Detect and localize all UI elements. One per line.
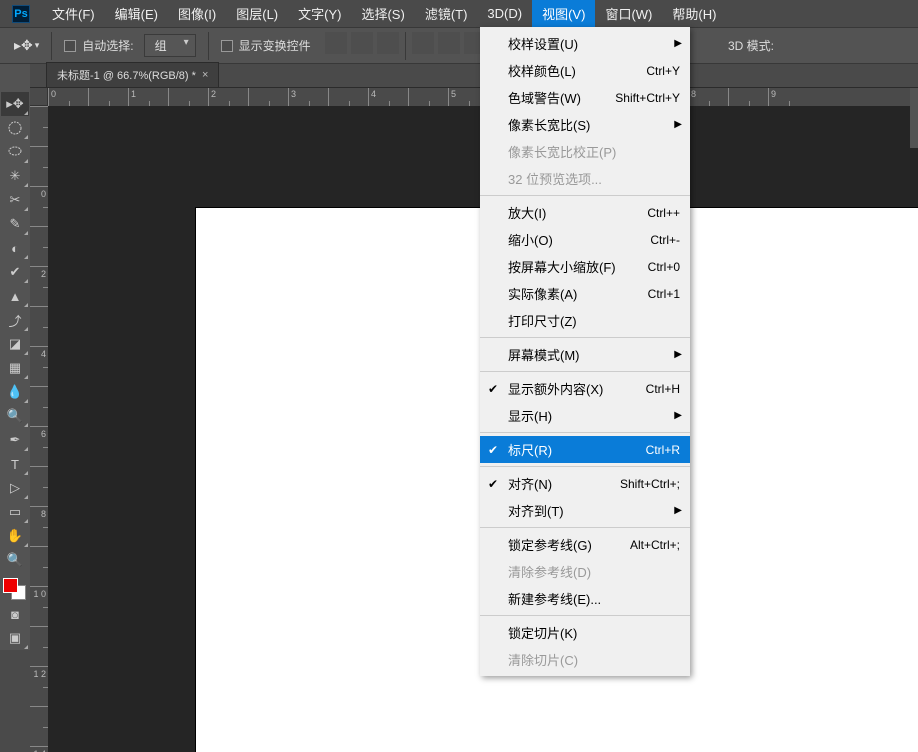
show-transform-checkbox[interactable]: 显示变换控件 bbox=[221, 37, 311, 54]
menu-帮助[interactable]: 帮助(H) bbox=[662, 0, 726, 27]
gradient-tool[interactable]: ▦ bbox=[1, 356, 29, 380]
view-menu-dropdown: 校样设置(U)▶校样颜色(L)Ctrl+Y色域警告(W)Shift+Ctrl+Y… bbox=[480, 27, 690, 676]
menu-item[interactable]: 实际像素(A)Ctrl+1 bbox=[480, 280, 690, 307]
lasso-tool[interactable] bbox=[1, 140, 29, 164]
menu-文件[interactable]: 文件(F) bbox=[42, 0, 105, 27]
move-tool[interactable]: ▸✥ bbox=[1, 92, 29, 116]
menu-item[interactable]: 缩小(O)Ctrl+- bbox=[480, 226, 690, 253]
brush-tool[interactable]: ✔ bbox=[1, 260, 29, 284]
3d-icon[interactable] bbox=[834, 37, 852, 55]
options-bar: ▸✥ ▾ 自动选择: 组 显示变换控件 3D 模式: bbox=[0, 27, 918, 64]
menu-选择[interactable]: 选择(S) bbox=[351, 0, 414, 27]
menu-图像[interactable]: 图像(I) bbox=[168, 0, 226, 27]
vertical-ruler: 024681 01 21 41 61 82 02 22 4 bbox=[30, 106, 48, 752]
screen-mode-tool[interactable]: ▣ bbox=[1, 626, 29, 650]
menu-item: 像素长宽比校正(P) bbox=[480, 138, 690, 165]
menu-图层[interactable]: 图层(L) bbox=[226, 0, 288, 27]
menu-视图[interactable]: 视图(V) bbox=[532, 0, 595, 27]
heal-tool[interactable]: ◐ bbox=[1, 236, 29, 260]
3d-icon[interactable] bbox=[860, 37, 878, 55]
tab-bar: 未标题-1 @ 66.7%(RGB/8) *× bbox=[0, 64, 918, 88]
menubar: Ps 文件(F)编辑(E)图像(I)图层(L)文字(Y)选择(S)滤镜(T)3D… bbox=[0, 0, 918, 27]
separator bbox=[51, 32, 52, 60]
menu-窗口[interactable]: 窗口(W) bbox=[595, 0, 662, 27]
menu-item[interactable]: 放大(I)Ctrl++ bbox=[480, 199, 690, 226]
menu-item[interactable]: 对齐到(T)▶ bbox=[480, 497, 690, 524]
document-tab[interactable]: 未标题-1 @ 66.7%(RGB/8) *× bbox=[46, 62, 219, 87]
menu-item: 清除参考线(D) bbox=[480, 558, 690, 585]
menu-item[interactable]: ✔对齐(N)Shift+Ctrl+; bbox=[480, 470, 690, 497]
menu-文字[interactable]: 文字(Y) bbox=[288, 0, 351, 27]
shape-tool[interactable]: ▭ bbox=[1, 500, 29, 524]
menu-item[interactable]: 色域警告(W)Shift+Ctrl+Y bbox=[480, 84, 690, 111]
menu-编辑[interactable]: 编辑(E) bbox=[105, 0, 168, 27]
menu-item[interactable]: 显示(H)▶ bbox=[480, 402, 690, 429]
type-tool[interactable]: T bbox=[1, 452, 29, 476]
menu-item[interactable]: 打印尺寸(Z) bbox=[480, 307, 690, 334]
history-brush-tool[interactable]: ⤴ bbox=[1, 308, 29, 332]
stamp-tool[interactable]: ▲ bbox=[1, 284, 29, 308]
mode-3d-label: 3D 模式: bbox=[728, 37, 774, 54]
separator bbox=[208, 32, 209, 60]
dodge-tool[interactable]: 🔍 bbox=[1, 404, 29, 428]
menu-item: 32 位预览选项... bbox=[480, 165, 690, 192]
quick-mask-tool[interactable]: ◙ bbox=[1, 602, 29, 626]
align-icon[interactable] bbox=[412, 32, 434, 54]
ruler-corner bbox=[30, 88, 48, 106]
menu-item[interactable]: ✔显示额外内容(X)Ctrl+H bbox=[480, 375, 690, 402]
menu-item[interactable]: 按屏幕大小缩放(F)Ctrl+0 bbox=[480, 253, 690, 280]
wand-tool[interactable]: ✳ bbox=[1, 164, 29, 188]
auto-select-checkbox[interactable]: 自动选择: bbox=[64, 37, 133, 54]
menu-item[interactable]: 校样颜色(L)Ctrl+Y bbox=[480, 57, 690, 84]
menu-滤镜[interactable]: 滤镜(T) bbox=[415, 0, 478, 27]
3d-icon[interactable] bbox=[808, 37, 826, 55]
eyedropper-tool[interactable]: ✎ bbox=[1, 212, 29, 236]
color-swatches[interactable] bbox=[0, 578, 30, 602]
3d-icon[interactable] bbox=[886, 37, 904, 55]
pen-tool[interactable]: ✒ bbox=[1, 428, 29, 452]
path-tool[interactable]: ▷ bbox=[1, 476, 29, 500]
menu-3d[interactable]: 3D(D) bbox=[477, 0, 532, 27]
menu-item[interactable]: 像素长宽比(S)▶ bbox=[480, 111, 690, 138]
marquee-tool[interactable] bbox=[1, 116, 29, 140]
fg-color-swatch[interactable] bbox=[3, 578, 18, 593]
blur-tool[interactable]: 💧 bbox=[1, 380, 29, 404]
menu-item: 清除切片(C) bbox=[480, 646, 690, 673]
menu-item[interactable]: 校样设置(U)▶ bbox=[480, 30, 690, 57]
menu-item[interactable]: 锁定参考线(G)Alt+Ctrl+; bbox=[480, 531, 690, 558]
close-icon[interactable]: × bbox=[202, 69, 208, 81]
align-icon[interactable] bbox=[438, 32, 460, 54]
3d-icon[interactable] bbox=[782, 37, 800, 55]
menu-item[interactable]: 锁定切片(K) bbox=[480, 619, 690, 646]
menu-item[interactable]: 新建参考线(E)... bbox=[480, 585, 690, 612]
hand-tool[interactable]: ✋ bbox=[1, 524, 29, 548]
crop-tool[interactable]: ✂ bbox=[1, 188, 29, 212]
photoshop-logo: Ps bbox=[12, 5, 30, 23]
workspace: 0123456789 024681 01 21 41 61 82 02 22 4 bbox=[30, 88, 918, 752]
align-icon[interactable] bbox=[351, 32, 373, 54]
separator bbox=[405, 32, 406, 60]
auto-select-dropdown[interactable]: 组 bbox=[144, 34, 196, 57]
align-icon[interactable] bbox=[377, 32, 399, 54]
menu-item[interactable]: 屏幕模式(M)▶ bbox=[480, 341, 690, 368]
toolbox: ▸✥ ✳ ✂ ✎ ◐ ✔ ▲ ⤴ ◪ ▦ 💧 🔍 ✒ T ▷ ▭ ✋ 🔍 ◙ ▣ bbox=[0, 64, 30, 650]
menu-item[interactable]: ✔标尺(R)Ctrl+R bbox=[480, 436, 690, 463]
move-tool-icon: ▸✥ ▾ bbox=[14, 37, 39, 54]
zoom-tool[interactable]: 🔍 bbox=[1, 548, 29, 572]
eraser-tool[interactable]: ◪ bbox=[1, 332, 29, 356]
align-icon[interactable] bbox=[325, 32, 347, 54]
panel-handle[interactable] bbox=[910, 88, 918, 148]
